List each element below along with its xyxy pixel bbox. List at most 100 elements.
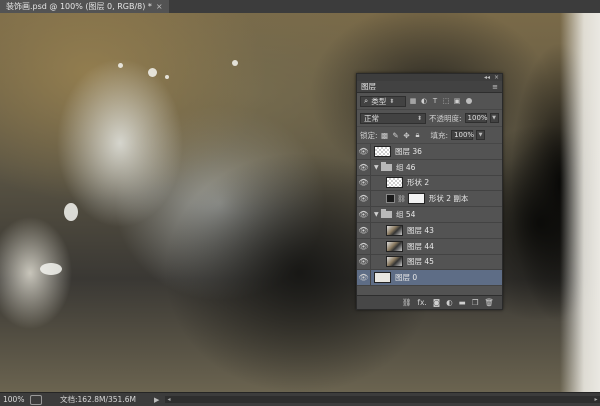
- close-icon[interactable]: ×: [494, 74, 499, 81]
- layers-footer: ⛓︎ fx. ◙ ◐ ▬ ❐ 🗑︎: [357, 295, 502, 309]
- layer-thumbnail: [386, 224, 403, 236]
- layer-name: 图层 43: [407, 225, 434, 235]
- layer-name: 图层 0: [395, 273, 418, 283]
- filter-toggle[interactable]: [466, 98, 472, 104]
- eye-icon[interactable]: 👁︎: [357, 226, 370, 235]
- paint-splatter: [232, 60, 238, 66]
- eye-icon[interactable]: 👁︎: [357, 178, 370, 187]
- filter-row: ⌕ 类型 ⬍ ▦ ◐ T ⬚ ▣: [357, 93, 502, 110]
- layer-name: 图层 36: [395, 146, 422, 156]
- info-icon[interactable]: [30, 394, 42, 405]
- eye-icon[interactable]: 👁︎: [357, 194, 370, 203]
- mask-thumbnail: [407, 193, 425, 205]
- lock-transparency-icon[interactable]: ▩: [381, 131, 389, 140]
- layer-name: 组 46: [396, 162, 416, 172]
- image-canvas[interactable]: [0, 13, 600, 393]
- filter-type-select[interactable]: ⌕ 类型 ⬍: [360, 95, 406, 107]
- status-menu-arrow[interactable]: ▶: [154, 396, 159, 404]
- layer-row[interactable]: 👁︎ 图层 45: [357, 254, 502, 271]
- layer-thumbnail: [386, 177, 403, 189]
- layer-thumbnail: [386, 240, 403, 252]
- layer-name: 形状 2 副本: [428, 194, 469, 204]
- layer-name: 图层 44: [407, 241, 434, 251]
- close-icon[interactable]: ×: [156, 2, 163, 11]
- chevron-down-icon: ⬍: [389, 97, 395, 105]
- layer-row[interactable]: 👁︎ ⛓︎ 形状 2 副本: [357, 191, 502, 208]
- chevron-down-icon[interactable]: ▼: [489, 113, 499, 123]
- blend-mode-value: 正常: [364, 113, 379, 123]
- layer-row[interactable]: 👁︎ 图层 44: [357, 238, 502, 255]
- document-info: 文档:162.8M/351.6M: [60, 395, 136, 404]
- lock-all-icon[interactable]: 🔒︎: [414, 130, 422, 140]
- paint-splatter: [118, 63, 123, 68]
- link-icon[interactable]: ⛓︎: [402, 298, 412, 307]
- mask-icon[interactable]: ◙: [433, 298, 440, 307]
- canvas-edge: [560, 13, 600, 393]
- document-tab[interactable]: 装饰画.psd @ 100% (图层 0, RGB/8) * ×: [0, 0, 169, 13]
- filter-type-label: 类型: [371, 96, 387, 106]
- layer-row[interactable]: 👁︎ 形状 2: [357, 175, 502, 192]
- layer-thumbnail: [374, 145, 391, 157]
- layers-panel: ◂◂ × 图层 ≡ ⌕ 类型 ⬍ ▦ ◐ T ⬚ ▣ 正常 ⬍ 不透明度: 10…: [356, 73, 503, 310]
- lock-row: 锁定: ▩ ✎ ✥ 🔒︎ 填充: 100% ▼: [357, 127, 502, 144]
- status-bar: 100% 文档:162.8M/351.6M ▶ ◂ ▸: [0, 392, 600, 406]
- layer-name: 组 54: [396, 210, 416, 220]
- layer-row[interactable]: 👁︎ 图层 36: [357, 143, 502, 160]
- layer-name: 形状 2: [407, 178, 430, 188]
- paint-splatter: [148, 68, 157, 77]
- link-icon: ⛓︎: [397, 194, 406, 203]
- scroll-left-icon[interactable]: ◂: [165, 396, 173, 403]
- paint-splatter: [64, 203, 78, 221]
- collapse-icon[interactable]: ◂◂: [484, 74, 490, 81]
- fx-icon[interactable]: fx.: [417, 298, 426, 307]
- adjustment-icon[interactable]: ◐: [446, 298, 453, 307]
- eye-icon[interactable]: 👁︎: [357, 273, 370, 282]
- layers-list: 👁︎ 图层 36 👁︎ ▼ 组 46 👁︎ 形状 2 👁︎ ⛓︎ 形状 2 副本…: [357, 143, 502, 287]
- layer-row-selected[interactable]: 👁︎ 图层 0: [357, 270, 502, 287]
- panel-title-bar: 图层 ≡: [357, 81, 502, 93]
- adjustment-filter-icon[interactable]: ◐: [420, 97, 428, 105]
- zoom-level[interactable]: 100%: [0, 395, 30, 404]
- scroll-right-icon[interactable]: ▸: [592, 396, 600, 403]
- smart-object-filter-icon[interactable]: ▣: [453, 97, 461, 105]
- panel-menu-icon[interactable]: ≡: [492, 83, 498, 91]
- lock-move-icon[interactable]: ✥: [403, 131, 411, 140]
- shape-filter-icon[interactable]: ⬚: [442, 97, 450, 105]
- group-row[interactable]: 👁︎ ▼ 组 54: [357, 207, 502, 223]
- eye-icon[interactable]: 👁︎: [357, 242, 370, 251]
- layer-row[interactable]: 👁︎ 图层 43: [357, 222, 502, 239]
- eye-icon[interactable]: 👁︎: [357, 257, 370, 266]
- horizontal-scrollbar[interactable]: ◂ ▸: [165, 396, 600, 403]
- trash-icon[interactable]: 🗑︎: [484, 298, 494, 307]
- layer-name: 图层 45: [407, 257, 434, 267]
- new-layer-icon[interactable]: ❐: [472, 298, 479, 307]
- shape-thumbnail: [386, 194, 395, 204]
- folder-icon: [381, 161, 392, 171]
- chevron-down-icon[interactable]: ▼: [476, 130, 486, 140]
- type-filter-icon[interactable]: T: [431, 97, 439, 105]
- panel-strip: ◂◂ ×: [357, 74, 502, 81]
- opacity-input[interactable]: 100%: [464, 113, 488, 123]
- blend-mode-select[interactable]: 正常 ⬍: [360, 112, 426, 124]
- pixel-filter-icon[interactable]: ▦: [409, 97, 417, 105]
- lock-label: 锁定:: [360, 130, 378, 140]
- document-tab-bar: 装饰画.psd @ 100% (图层 0, RGB/8) * ×: [0, 0, 600, 14]
- document-title: 装饰画.psd @ 100% (图层 0, RGB/8) *: [6, 2, 152, 11]
- chevron-down-icon[interactable]: ▼: [374, 211, 381, 218]
- eye-icon[interactable]: 👁︎: [357, 147, 370, 156]
- search-icon: ⌕: [364, 96, 369, 105]
- opacity-label: 不透明度:: [429, 113, 462, 123]
- layer-thumbnail: [386, 256, 403, 268]
- eye-icon[interactable]: 👁︎: [357, 210, 370, 219]
- group-row[interactable]: 👁︎ ▼ 组 46: [357, 159, 502, 176]
- eye-icon[interactable]: 👁︎: [357, 163, 370, 172]
- paint-splatter: [40, 263, 62, 275]
- lock-brush-icon[interactable]: ✎: [392, 131, 400, 140]
- layer-thumbnail: [374, 272, 391, 284]
- chevron-down-icon: ⬍: [416, 114, 422, 122]
- blend-row: 正常 ⬍ 不透明度: 100% ▼: [357, 110, 502, 127]
- fill-input[interactable]: 100%: [451, 130, 474, 140]
- folder-icon[interactable]: ▬: [459, 298, 466, 307]
- chevron-down-icon[interactable]: ▼: [374, 164, 381, 171]
- tab-layers[interactable]: 图层: [361, 81, 376, 92]
